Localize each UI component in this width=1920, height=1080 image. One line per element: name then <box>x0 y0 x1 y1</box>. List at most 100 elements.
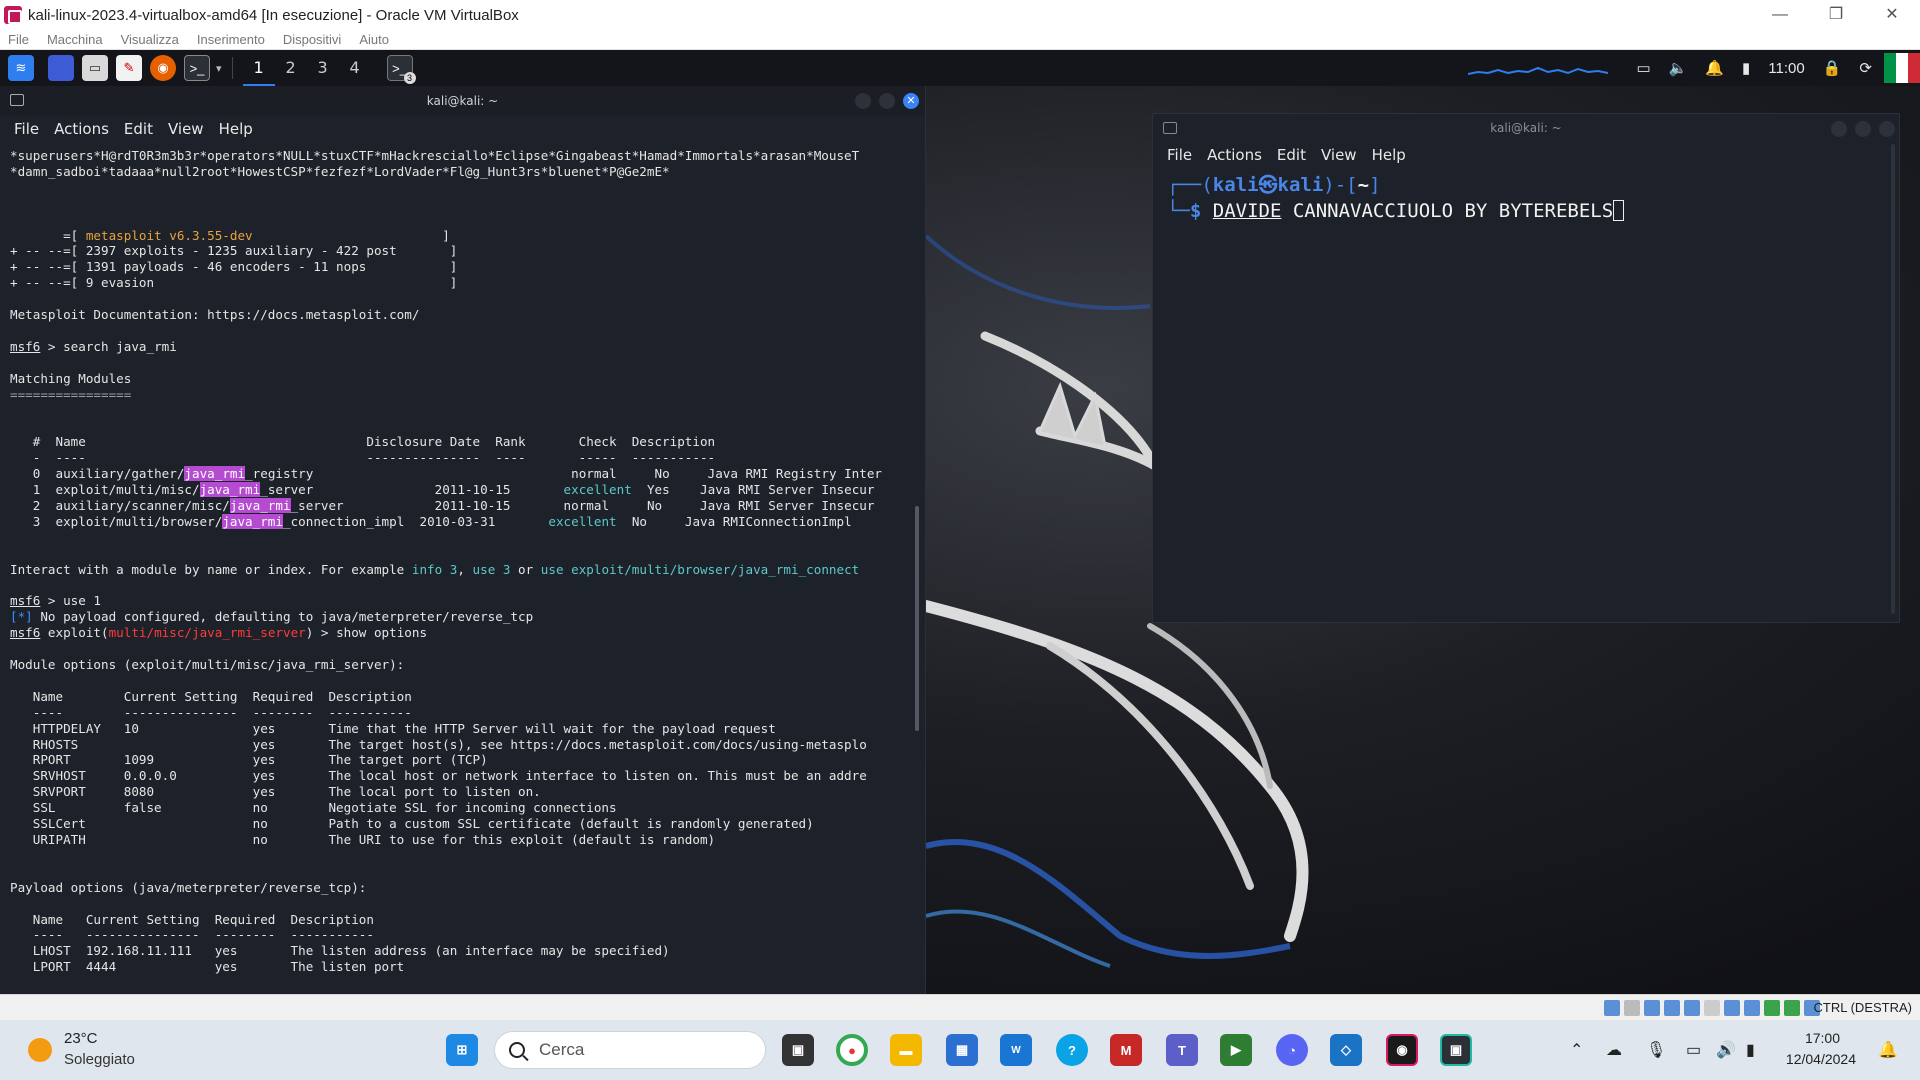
menu-help[interactable]: Help <box>1372 146 1406 164</box>
weather-desc[interactable]: Soleggiato <box>64 1051 135 1068</box>
menu-aiuto[interactable]: Aiuto <box>359 32 389 47</box>
network-icon[interactable] <box>1644 1000 1660 1016</box>
menu-help[interactable]: Help <box>219 120 253 138</box>
option-row: SRVHOST 0.0.0.0 yes The local host or ne… <box>10 768 867 784</box>
terminal-output[interactable]: *superusers*H@rdT0R3m3b3r*operators*NULL… <box>0 142 925 981</box>
taskbar-search[interactable]: Cerca <box>494 1031 766 1069</box>
menu-inserimento[interactable]: Inserimento <box>197 32 265 47</box>
screen-recorder-icon[interactable]: ◉ <box>1386 1034 1418 1066</box>
network-icon[interactable]: ▭ <box>1686 1040 1701 1060</box>
volume-icon[interactable]: 🔊 <box>1716 1040 1736 1060</box>
workspace-3[interactable]: 3 <box>307 50 339 86</box>
chrome-icon[interactable]: ● <box>836 1034 868 1066</box>
maximize-button[interactable] <box>1855 121 1871 137</box>
meet-icon[interactable]: ▶ <box>1220 1034 1252 1066</box>
title-underline: ================ <box>10 386 132 402</box>
close-button[interactable]: ✕ <box>1864 0 1920 30</box>
display-icon[interactable]: ▭ <box>1636 59 1650 77</box>
microphone-muted-icon[interactable]: 🎙 <box>1646 1040 1666 1060</box>
usb-icon[interactable] <box>1664 1000 1680 1016</box>
kali-vm-taskbar-icon[interactable]: ▣ <box>1440 1034 1472 1066</box>
restore-button[interactable]: ❐ <box>1808 0 1864 30</box>
payload-options-title: Payload options (java/meterpreter/revers… <box>10 879 367 895</box>
battery-icon[interactable]: ▮ <box>1746 1040 1755 1060</box>
virtualbox-icon <box>4 6 22 24</box>
show-desktop-icon[interactable] <box>48 55 74 81</box>
lock-icon[interactable]: 🔒 <box>1823 59 1842 77</box>
minimize-button[interactable] <box>855 93 871 109</box>
close-icon[interactable]: ✕ <box>903 93 919 109</box>
terminal-output[interactable]: ┌──(kali㉿kali)-[~] └─$ DAVIDE CANNAVACCIU… <box>1153 168 1899 228</box>
task-view-icon[interactable]: ▣ <box>782 1034 814 1066</box>
weather-temp[interactable]: 23°C <box>64 1030 98 1047</box>
windows-start-icon[interactable]: ⊞ <box>446 1034 478 1066</box>
taskbar-date[interactable]: 12/04/2024 <box>1786 1051 1856 1067</box>
weather-sun-icon[interactable] <box>28 1038 52 1062</box>
menu-edit[interactable]: Edit <box>124 120 153 138</box>
teams-icon[interactable]: T <box>1166 1034 1198 1066</box>
close-button[interactable] <box>1879 121 1895 137</box>
help-icon[interactable]: ? <box>1056 1034 1088 1066</box>
file-manager-icon[interactable]: ▭ <box>82 55 108 81</box>
menu-dispositivi[interactable]: Dispositivi <box>283 32 342 47</box>
maximize-button[interactable] <box>879 93 895 109</box>
terminal-titlebar[interactable]: kali@kali: ~ <box>1153 114 1899 142</box>
logout-icon[interactable]: ⟳ <box>1859 59 1872 77</box>
module-row: 0 auxiliary/gather/java_rmi_registry nor… <box>10 466 883 482</box>
clock[interactable]: 11:00 <box>1768 60 1804 77</box>
terminal-window-main[interactable]: kali@kali: ~ ✕ File Actions Edit View He… <box>0 86 926 994</box>
menu-file[interactable]: File <box>1167 146 1192 164</box>
menu-actions[interactable]: Actions <box>54 120 109 138</box>
terminal-group-button[interactable]: >_ 3 <box>386 55 416 84</box>
menu-visualizza[interactable]: Visualizza <box>121 32 179 47</box>
discord-icon[interactable]: ◔ <box>1276 1034 1308 1066</box>
virtualbox-taskbar-icon[interactable]: ◇ <box>1330 1034 1362 1066</box>
text-editor-icon[interactable]: ✎ <box>116 55 142 81</box>
typed-command: DAVIDE <box>1212 200 1282 222</box>
keyboard-icon[interactable] <box>1764 1000 1780 1016</box>
minimize-button[interactable]: — <box>1752 0 1808 30</box>
menu-macchina[interactable]: Macchina <box>47 32 103 47</box>
menu-edit[interactable]: Edit <box>1277 146 1306 164</box>
menu-actions[interactable]: Actions <box>1207 146 1262 164</box>
prompt-bottom[interactable]: └─$ DAVIDE CANNAVACCIUOLO BY BYTEREBELS <box>1167 198 1885 224</box>
chevron-down-icon[interactable]: ▾ <box>216 62 222 75</box>
mcafee-wp-icon[interactable]: W <box>1000 1034 1032 1066</box>
taskbar-time[interactable]: 17:00 <box>1805 1030 1840 1046</box>
menu-file[interactable]: File <box>14 120 39 138</box>
display-icon[interactable] <box>1704 1000 1720 1016</box>
cpu-icon[interactable] <box>1744 1000 1760 1016</box>
chevron-up-icon[interactable]: ⌃ <box>1570 1040 1583 1060</box>
terminal-icon[interactable]: >_ <box>184 55 210 81</box>
microsoft-store-icon[interactable]: ▦ <box>946 1034 978 1066</box>
file-explorer-icon[interactable]: ▬ <box>890 1034 922 1066</box>
shared-folders-icon[interactable] <box>1684 1000 1700 1016</box>
module-row: 3 exploit/multi/browser/java_rmi_connect… <box>10 513 852 529</box>
workspace-4[interactable]: 4 <box>339 50 371 86</box>
workspace-1[interactable]: 1 <box>242 50 275 86</box>
notification-bell-icon[interactable]: 🔔 <box>1878 1040 1898 1060</box>
terminal-window-secondary[interactable]: kali@kali: ~ File Actions Edit View Help… <box>1152 113 1900 623</box>
onedrive-icon[interactable]: ☁ <box>1606 1040 1622 1060</box>
firefox-icon[interactable]: ◉ <box>150 55 176 81</box>
module-row: 1 exploit/multi/misc/java_rmi_server 201… <box>10 482 875 498</box>
mouse-icon[interactable] <box>1784 1000 1800 1016</box>
terminal-scrollbar[interactable] <box>1891 144 1895 614</box>
minimize-button[interactable] <box>1831 121 1847 137</box>
terminal-titlebar[interactable]: kali@kali: ~ ✕ <box>0 86 925 116</box>
menu-file[interactable]: File <box>8 32 29 47</box>
workspace-2[interactable]: 2 <box>275 50 307 86</box>
audio-icon[interactable] <box>1624 1000 1640 1016</box>
terminal-scrollbar[interactable] <box>915 506 919 731</box>
menu-view[interactable]: View <box>168 120 204 138</box>
virtualbox-menubar: File Macchina Visualizza Inserimento Dis… <box>0 30 1920 50</box>
kali-menu-icon[interactable]: ≋ <box>8 55 34 81</box>
menu-view[interactable]: View <box>1321 146 1357 164</box>
optical-drive-icon[interactable] <box>1604 1000 1620 1016</box>
recording-icon[interactable] <box>1724 1000 1740 1016</box>
volume-icon[interactable]: 🔈 <box>1669 59 1688 77</box>
notification-bell-icon[interactable]: 🔔 <box>1705 59 1724 77</box>
battery-icon[interactable]: ▮ <box>1742 59 1750 77</box>
mcafee-icon[interactable]: M <box>1110 1034 1142 1066</box>
panel-separator <box>231 57 233 79</box>
